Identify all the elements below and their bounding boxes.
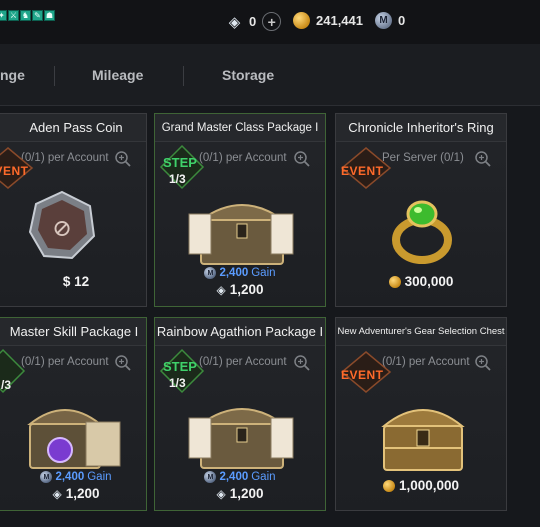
m-coin-icon: M [40, 471, 53, 483]
m-coin-icon: M [204, 267, 217, 279]
diamond-icon: ◈ [216, 282, 226, 297]
purchase-limit: (0/1) per Account [21, 152, 109, 164]
m-coin-icon: M [204, 471, 217, 483]
ring-item-image [392, 200, 452, 264]
zoom-icon[interactable] [114, 354, 132, 372]
m-coin-icon: M [375, 12, 392, 29]
price-row: ◈ 1,200 [155, 282, 325, 297]
product-title: Grand Master Class Package I [155, 114, 325, 142]
currency-bar: ✦ ⚔ ♞ ✎ ☗ ◈ 0 + 241,441 M 0 [0, 0, 540, 44]
gold-coin-icon [382, 479, 395, 492]
gain-label: Gain [251, 267, 276, 279]
product-card[interactable]: Rainbow Agathion Package I (0/1) per Acc… [154, 317, 326, 511]
gain-value: 2,400 [219, 471, 249, 483]
purchase-limit: (0/1) per Account [199, 356, 287, 368]
gain-label: Gain [87, 471, 112, 483]
tab-divider [54, 66, 55, 86]
event-badge-label: EVENT [341, 368, 384, 382]
diamond-icon: ◈ [216, 486, 226, 501]
buff-icon[interactable]: ✎ [32, 10, 43, 21]
coin-item-image: ⊘ [28, 190, 96, 260]
gain-value: 2,400 [219, 267, 249, 279]
purchase-limit: (0/1) per Account [21, 356, 109, 368]
buff-icons: ✦ ⚔ ♞ ✎ ☗ [0, 10, 55, 21]
buff-icon[interactable]: ✦ [0, 10, 7, 21]
diamond-icon: ◈ [228, 13, 241, 31]
event-badge-label: EVENT [341, 164, 384, 178]
product-title: Chronicle Inheritor's Ring [336, 114, 506, 142]
product-card[interactable]: Master Skill Package I (0/1) per Account… [0, 317, 147, 511]
tab-mileage[interactable]: Mileage [92, 67, 143, 83]
product-card[interactable]: New Adventurer's Gear Selection Chest (0… [335, 317, 507, 511]
price-value: 300,000 [404, 274, 454, 289]
diamond-icon: ◈ [52, 486, 62, 501]
product-title: Master Skill Package I [0, 318, 146, 346]
chest-item-image [381, 409, 465, 471]
gain-value: 2,400 [55, 471, 85, 483]
price-value: 1,000,000 [398, 478, 460, 493]
add-diamond-button[interactable]: + [262, 12, 282, 31]
price-value: 1,200 [65, 486, 100, 501]
product-card[interactable]: Grand Master Class Package I (0/1) per A… [154, 113, 326, 307]
price-row: ◈ 1,200 [155, 486, 325, 501]
step-progress: /3 [1, 378, 12, 392]
event-badge-label: EVENT [0, 164, 29, 178]
product-card[interactable]: Aden Pass Coin (0/1) per Account EVENT ⊘… [0, 113, 147, 307]
zoom-icon[interactable] [474, 150, 492, 168]
price-value: 1,200 [229, 282, 264, 297]
zoom-icon[interactable] [293, 354, 311, 372]
step-badge-label: STEP [163, 155, 197, 170]
gold-coin-icon [293, 12, 310, 29]
product-title: Aden Pass Coin [0, 114, 146, 142]
svg-text:⊘: ⊘ [52, 214, 72, 242]
product-card[interactable]: Chronicle Inheritor's Ring Per Server (0… [335, 113, 507, 307]
step-badge-label: STEP [163, 359, 197, 374]
purchase-limit: Per Server (0/1) [382, 152, 464, 164]
price-value: 1,200 [229, 486, 264, 501]
gold-coin-icon [388, 275, 401, 288]
price-row: $ 12 [0, 274, 146, 289]
buff-icon[interactable]: ♞ [20, 10, 31, 21]
zoom-icon[interactable] [474, 354, 492, 372]
product-title: New Adventurer's Gear Selection Chest [336, 318, 506, 346]
zoom-icon[interactable] [114, 150, 132, 168]
tab-storage[interactable]: Storage [222, 67, 274, 83]
m-coin-amount: 0 [398, 13, 406, 28]
gold-amount: 241,441 [316, 13, 363, 28]
diamond-balance: ◈ 0 + [226, 12, 282, 31]
tab-exchange[interactable]: nge [0, 67, 25, 83]
buff-icon[interactable]: ☗ [44, 10, 55, 21]
price-row: 1,000,000 [336, 478, 506, 493]
tab-divider [183, 66, 184, 86]
gain-row: M 2,400 Gain [155, 267, 325, 279]
m-coin-balance: M 0 [375, 12, 405, 29]
purchase-limit: (0/1) per Account [199, 152, 287, 164]
chest-item-image [188, 204, 294, 265]
zoom-icon[interactable] [293, 150, 311, 168]
price-row: 300,000 [336, 274, 506, 289]
gain-label: Gain [251, 471, 276, 483]
gold-balance: 241,441 [293, 12, 363, 29]
purchase-limit: (0/1) per Account [382, 356, 470, 368]
buff-icon[interactable]: ⚔ [8, 10, 19, 21]
price-row: ◈ 1,200 [0, 486, 146, 501]
gain-row: M 2,400 Gain [155, 471, 325, 483]
product-title: Rainbow Agathion Package I [155, 318, 325, 346]
chest-item-image [188, 408, 294, 469]
price-value: $ 12 [62, 274, 90, 289]
chest-item-image [27, 409, 121, 469]
shop-tabs: nge Mileage Storage [0, 44, 540, 106]
gain-row: M 2,400 Gain [0, 471, 146, 483]
diamond-amount: 0 [249, 14, 257, 29]
